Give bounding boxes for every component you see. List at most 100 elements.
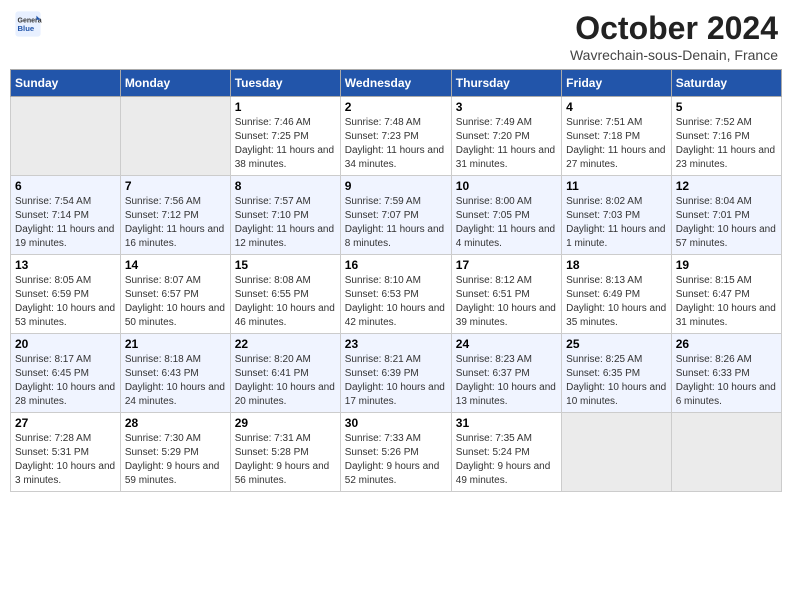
day-number: 14 — [125, 258, 226, 272]
day-number: 10 — [456, 179, 557, 193]
day-number: 23 — [345, 337, 447, 351]
day-number: 12 — [676, 179, 777, 193]
calendar-header: SundayMondayTuesdayWednesdayThursdayFrid… — [11, 70, 782, 97]
calendar-cell: 9 Sunrise: 7:59 AMSunset: 7:07 PMDaylight… — [340, 176, 451, 255]
calendar-cell: 5Sunrise: 7:52 AMSunset: 7:16 PMDaylight… — [671, 97, 781, 176]
day-number: 9 — [345, 179, 447, 193]
day-info: Sunrise: 7:51 AMSunset: 7:18 PMDaylight:… — [566, 116, 667, 172]
day-number: 7 — [125, 179, 226, 193]
page-header: General Blue October 2024 Wavrechain-sou… — [10, 10, 782, 63]
calendar-body: 1 Sunrise: 7:46 AMSunset: 7:25 PMDaylight… — [11, 97, 782, 492]
day-number: 27 — [15, 416, 116, 430]
day-number: 17 — [456, 258, 557, 272]
day-number: 29 — [235, 416, 336, 430]
day-number: 18 — [566, 258, 667, 272]
calendar-cell: 20 Sunrise: 8:17 AMSunset: 6:45 PMDayligh… — [11, 334, 121, 413]
week-row-4: 20 Sunrise: 8:17 AMSunset: 6:45 PMDayligh… — [11, 334, 782, 413]
day-number: 3 — [456, 100, 557, 114]
logo-icon: General Blue — [14, 10, 42, 38]
calendar-cell: 8 Sunrise: 7:57 AMSunset: 7:10 PMDaylight… — [230, 176, 340, 255]
day-number: 4 — [566, 100, 667, 114]
day-number: 6 — [15, 179, 116, 193]
week-row-3: 13Sunrise: 8:05 AMSunset: 6:59 PMDayligh… — [11, 255, 782, 334]
day-info: Sunrise: 8:10 AMSunset: 6:53 PMDaylight:… — [345, 274, 447, 330]
day-info: Sunrise: 8:08 AMSunset: 6:55 PMDaylight:… — [235, 274, 336, 330]
calendar-cell: 6Sunrise: 7:54 AMSunset: 7:14 PMDaylight… — [11, 176, 121, 255]
calendar-cell: 28Sunrise: 7:30 AMSunset: 5:29 PMDayligh… — [120, 413, 230, 492]
calendar-cell: 16 Sunrise: 8:10 AMSunset: 6:53 PMDayligh… — [340, 255, 451, 334]
day-info: Sunrise: 8:25 AMSunset: 6:35 PMDaylight:… — [566, 353, 667, 409]
day-info: Sunrise: 7:28 AMSunset: 5:31 PMDaylight:… — [15, 432, 116, 488]
day-number: 20 — [15, 337, 116, 351]
calendar-cell: 25 Sunrise: 8:25 AMSunset: 6:35 PMDayligh… — [562, 334, 672, 413]
day-info: Sunrise: 7:46 AMSunset: 7:25 PMDaylight:… — [235, 116, 336, 172]
calendar-cell: 17Sunrise: 8:12 AMSunset: 6:51 PMDayligh… — [451, 255, 561, 334]
calendar-cell: 15Sunrise: 8:08 AMSunset: 6:55 PMDayligh… — [230, 255, 340, 334]
calendar-cell: 30 Sunrise: 7:33 AMSunset: 5:26 PMDayligh… — [340, 413, 451, 492]
day-info: Sunrise: 8:21 AMSunset: 6:39 PMDaylight:… — [345, 353, 447, 409]
calendar-cell: 31Sunrise: 7:35 AMSunset: 5:24 PMDayligh… — [451, 413, 561, 492]
calendar-cell: 26 Sunrise: 8:26 AMSunset: 6:33 PMDayligh… — [671, 334, 781, 413]
weekday-header-thursday: Thursday — [451, 70, 561, 97]
day-number: 19 — [676, 258, 777, 272]
day-info: Sunrise: 8:13 AMSunset: 6:49 PMDaylight:… — [566, 274, 667, 330]
calendar-cell: 21Sunrise: 8:18 AMSunset: 6:43 PMDayligh… — [120, 334, 230, 413]
day-number: 11 — [566, 179, 667, 193]
day-number: 31 — [456, 416, 557, 430]
day-info: Sunrise: 8:17 AMSunset: 6:45 PMDaylight:… — [15, 353, 116, 409]
calendar-cell: 11 Sunrise: 8:02 AMSunset: 7:03 PMDayligh… — [562, 176, 672, 255]
weekday-header-saturday: Saturday — [671, 70, 781, 97]
day-info: Sunrise: 7:33 AMSunset: 5:26 PMDaylight:… — [345, 432, 447, 488]
week-row-2: 6Sunrise: 7:54 AMSunset: 7:14 PMDaylight… — [11, 176, 782, 255]
day-info: Sunrise: 7:56 AMSunset: 7:12 PMDaylight:… — [125, 195, 226, 251]
calendar-cell — [120, 97, 230, 176]
weekday-header-row: SundayMondayTuesdayWednesdayThursdayFrid… — [11, 70, 782, 97]
day-number: 21 — [125, 337, 226, 351]
calendar-cell — [671, 413, 781, 492]
day-info: Sunrise: 8:23 AMSunset: 6:37 PMDaylight:… — [456, 353, 557, 409]
day-number: 25 — [566, 337, 667, 351]
day-number: 24 — [456, 337, 557, 351]
day-info: Sunrise: 7:59 AMSunset: 7:07 PMDaylight:… — [345, 195, 447, 251]
calendar-cell: 22Sunrise: 8:20 AMSunset: 6:41 PMDayligh… — [230, 334, 340, 413]
calendar-cell: 3 Sunrise: 7:49 AMSunset: 7:20 PMDaylight… — [451, 97, 561, 176]
day-info: Sunrise: 7:31 AMSunset: 5:28 PMDaylight:… — [235, 432, 336, 488]
day-info: Sunrise: 8:00 AMSunset: 7:05 PMDaylight:… — [456, 195, 557, 251]
day-info: Sunrise: 7:57 AMSunset: 7:10 PMDaylight:… — [235, 195, 336, 251]
calendar-cell: 14 Sunrise: 8:07 AMSunset: 6:57 PMDayligh… — [120, 255, 230, 334]
day-number: 1 — [235, 100, 336, 114]
calendar-cell: 2Sunrise: 7:48 AMSunset: 7:23 PMDaylight… — [340, 97, 451, 176]
svg-text:Blue: Blue — [18, 24, 35, 33]
calendar-cell — [562, 413, 672, 492]
day-number: 16 — [345, 258, 447, 272]
calendar-cell: 10 Sunrise: 8:00 AMSunset: 7:05 PMDayligh… — [451, 176, 561, 255]
calendar-cell: 12 Sunrise: 8:04 AMSunset: 7:01 PMDayligh… — [671, 176, 781, 255]
day-number: 22 — [235, 337, 336, 351]
calendar-cell: 19 Sunrise: 8:15 AMSunset: 6:47 PMDayligh… — [671, 255, 781, 334]
calendar-cell: 23 Sunrise: 8:21 AMSunset: 6:39 PMDayligh… — [340, 334, 451, 413]
day-number: 5 — [676, 100, 777, 114]
day-info: Sunrise: 8:04 AMSunset: 7:01 PMDaylight:… — [676, 195, 777, 251]
day-number: 30 — [345, 416, 447, 430]
title-block: October 2024 Wavrechain-sous-Denain, Fra… — [570, 10, 778, 63]
calendar-cell: 1 Sunrise: 7:46 AMSunset: 7:25 PMDaylight… — [230, 97, 340, 176]
calendar-cell — [11, 97, 121, 176]
calendar-cell: 27 Sunrise: 7:28 AMSunset: 5:31 PMDayligh… — [11, 413, 121, 492]
weekday-header-wednesday: Wednesday — [340, 70, 451, 97]
day-number: 8 — [235, 179, 336, 193]
day-info: Sunrise: 7:48 AMSunset: 7:23 PMDaylight:… — [345, 116, 447, 172]
day-info: Sunrise: 8:15 AMSunset: 6:47 PMDaylight:… — [676, 274, 777, 330]
day-info: Sunrise: 8:07 AMSunset: 6:57 PMDaylight:… — [125, 274, 226, 330]
day-info: Sunrise: 7:49 AMSunset: 7:20 PMDaylight:… — [456, 116, 557, 172]
day-info: Sunrise: 8:26 AMSunset: 6:33 PMDaylight:… — [676, 353, 777, 409]
calendar-cell: 13Sunrise: 8:05 AMSunset: 6:59 PMDayligh… — [11, 255, 121, 334]
day-info: Sunrise: 8:02 AMSunset: 7:03 PMDaylight:… — [566, 195, 667, 251]
day-number: 26 — [676, 337, 777, 351]
logo: General Blue — [14, 10, 44, 38]
calendar-cell: 24 Sunrise: 8:23 AMSunset: 6:37 PMDayligh… — [451, 334, 561, 413]
week-row-1: 1 Sunrise: 7:46 AMSunset: 7:25 PMDaylight… — [11, 97, 782, 176]
calendar-title: October 2024 — [570, 10, 778, 47]
calendar-cell: 29 Sunrise: 7:31 AMSunset: 5:28 PMDayligh… — [230, 413, 340, 492]
calendar-cell: 4 Sunrise: 7:51 AMSunset: 7:18 PMDaylight… — [562, 97, 672, 176]
calendar-cell: 18 Sunrise: 8:13 AMSunset: 6:49 PMDayligh… — [562, 255, 672, 334]
